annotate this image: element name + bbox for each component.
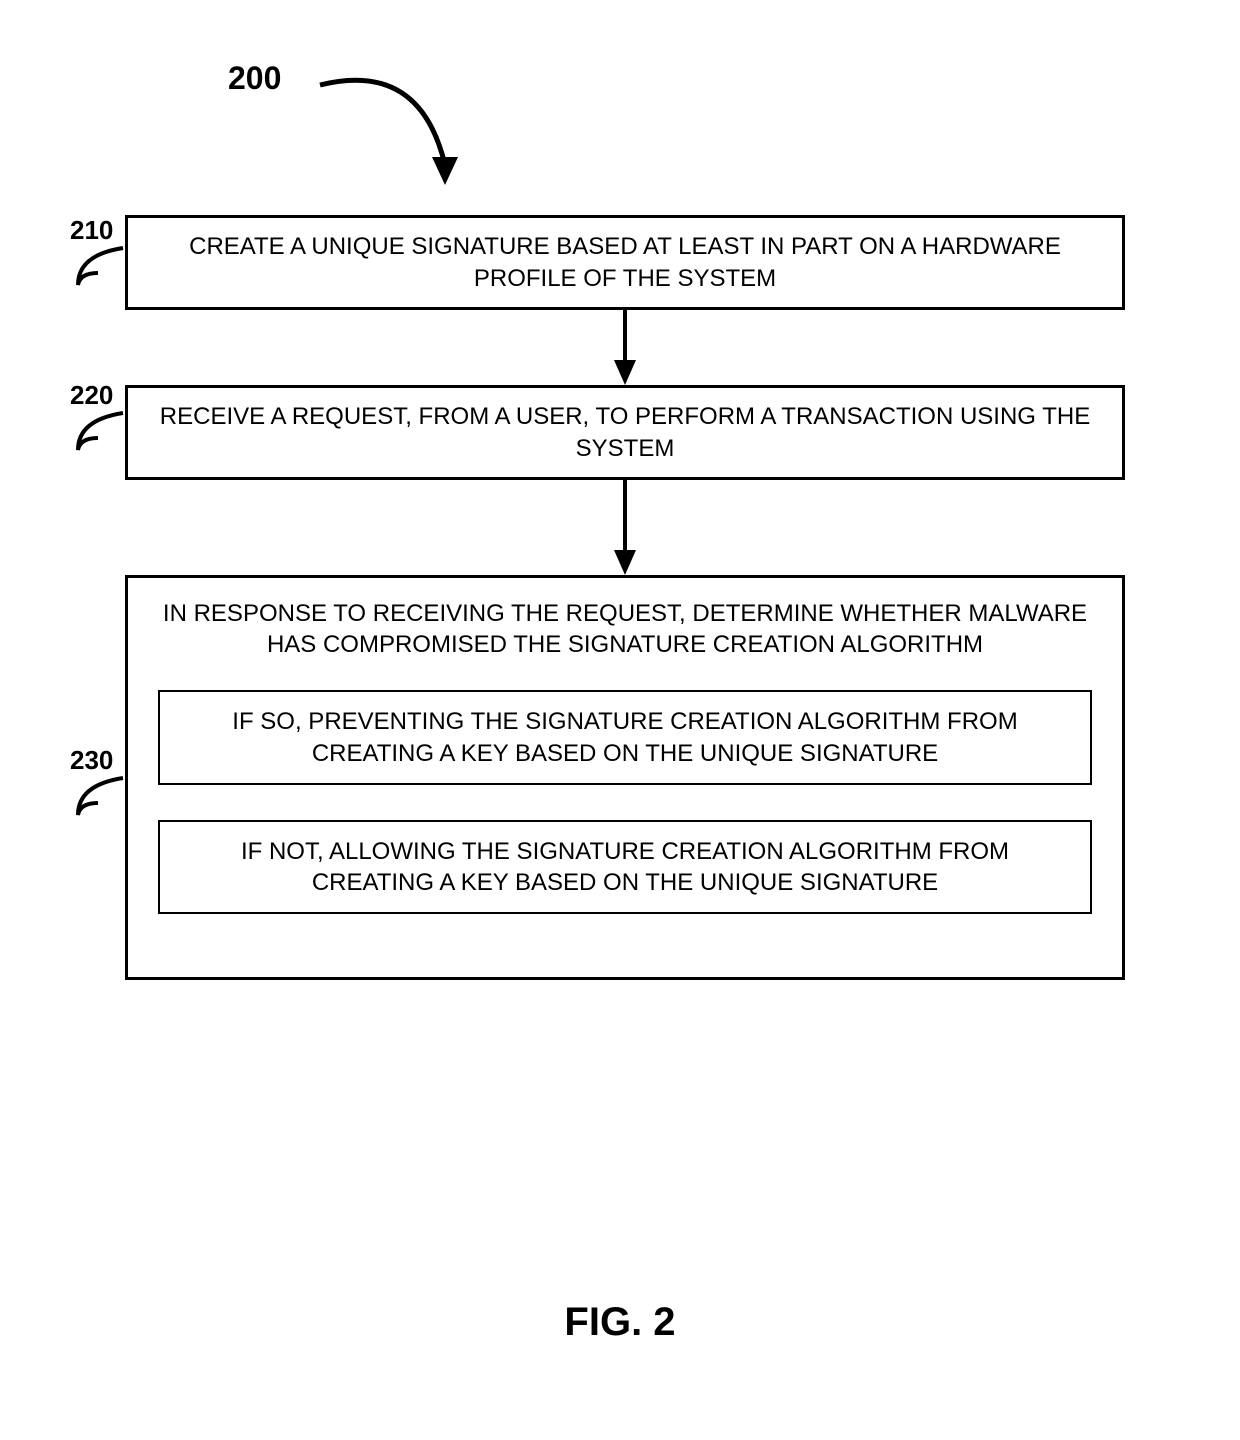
step-230-box: IN RESPONSE TO RECEIVING THE REQUEST, DE…: [125, 575, 1125, 980]
step-230-sub-b-box: IF NOT, ALLOWING THE SIGNATURE CREATION …: [158, 820, 1092, 914]
arrow-icon: [610, 480, 640, 580]
figure-label: FIG. 2: [0, 1300, 1240, 1345]
label-tick-icon: [68, 410, 128, 460]
step-230-title: IN RESPONSE TO RECEIVING THE REQUEST, DE…: [158, 598, 1092, 660]
label-tick-icon: [68, 775, 128, 825]
step-210-text: CREATE A UNIQUE SIGNATURE BASED AT LEAST…: [148, 231, 1102, 293]
step-230-sub-a-text: IF SO, PREVENTING THE SIGNATURE CREATION…: [180, 706, 1070, 768]
step-210-label: 210: [70, 215, 113, 246]
diagram-number-label: 200: [228, 60, 281, 97]
label-tick-icon: [68, 245, 128, 295]
step-230-sub-a-box: IF SO, PREVENTING THE SIGNATURE CREATION…: [158, 690, 1092, 784]
step-220-text: RECEIVE A REQUEST, FROM A USER, TO PERFO…: [148, 401, 1102, 463]
step-210-box: CREATE A UNIQUE SIGNATURE BASED AT LEAST…: [125, 215, 1125, 310]
step-230-label: 230: [70, 745, 113, 776]
arrow-icon: [610, 310, 640, 390]
step-220-label: 220: [70, 380, 113, 411]
entry-arrow: [300, 55, 480, 215]
step-220-box: RECEIVE A REQUEST, FROM A USER, TO PERFO…: [125, 385, 1125, 480]
step-230-sub-b-text: IF NOT, ALLOWING THE SIGNATURE CREATION …: [180, 836, 1070, 898]
